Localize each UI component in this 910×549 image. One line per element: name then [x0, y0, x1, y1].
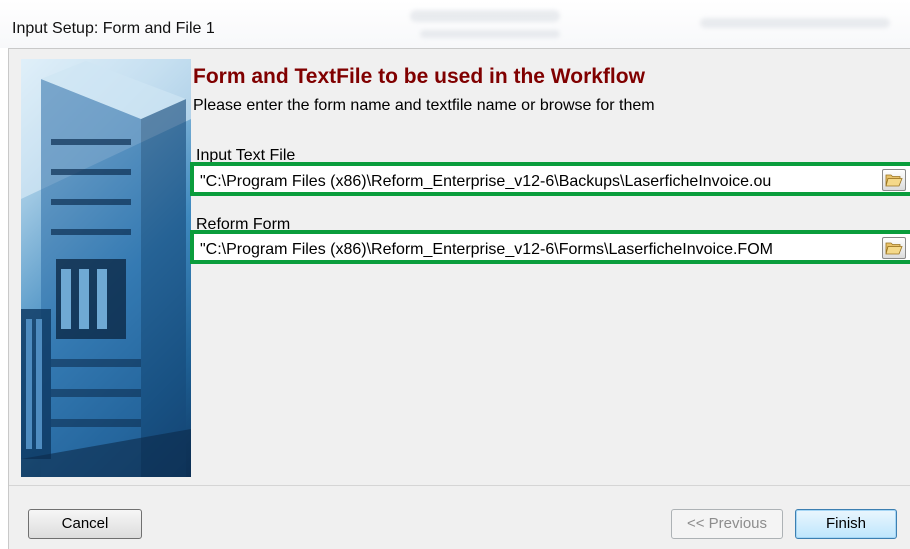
blurred-background-area	[410, 10, 560, 22]
server-room-image	[21, 59, 191, 477]
window-title: Input Setup: Form and File 1	[12, 20, 215, 37]
folder-open-icon	[885, 242, 903, 255]
finish-button[interactable]: Finish	[795, 509, 897, 539]
reform-form-row	[190, 230, 910, 264]
button-bar-divider	[9, 485, 910, 486]
server-rack-illustration	[21, 59, 191, 477]
page-heading: Form and TextFile to be used in the Work…	[193, 65, 645, 88]
browse-input-text-file-button[interactable]	[882, 169, 906, 191]
cancel-button[interactable]: Cancel	[28, 509, 142, 539]
title-bar: Input Setup: Form and File 1	[0, 0, 910, 48]
wizard-dialog: Form and TextFile to be used in the Work…	[8, 48, 910, 549]
reform-form-field[interactable]	[200, 239, 877, 261]
blurred-background-area	[420, 30, 560, 38]
folder-open-icon	[885, 174, 903, 187]
input-text-file-row	[190, 162, 910, 196]
previous-button[interactable]: << Previous	[671, 509, 783, 539]
blurred-background-area	[700, 18, 890, 28]
input-text-file-field[interactable]	[200, 171, 877, 193]
page-subheading: Please enter the form name and textfile …	[193, 97, 655, 114]
browse-reform-form-button[interactable]	[882, 237, 906, 259]
